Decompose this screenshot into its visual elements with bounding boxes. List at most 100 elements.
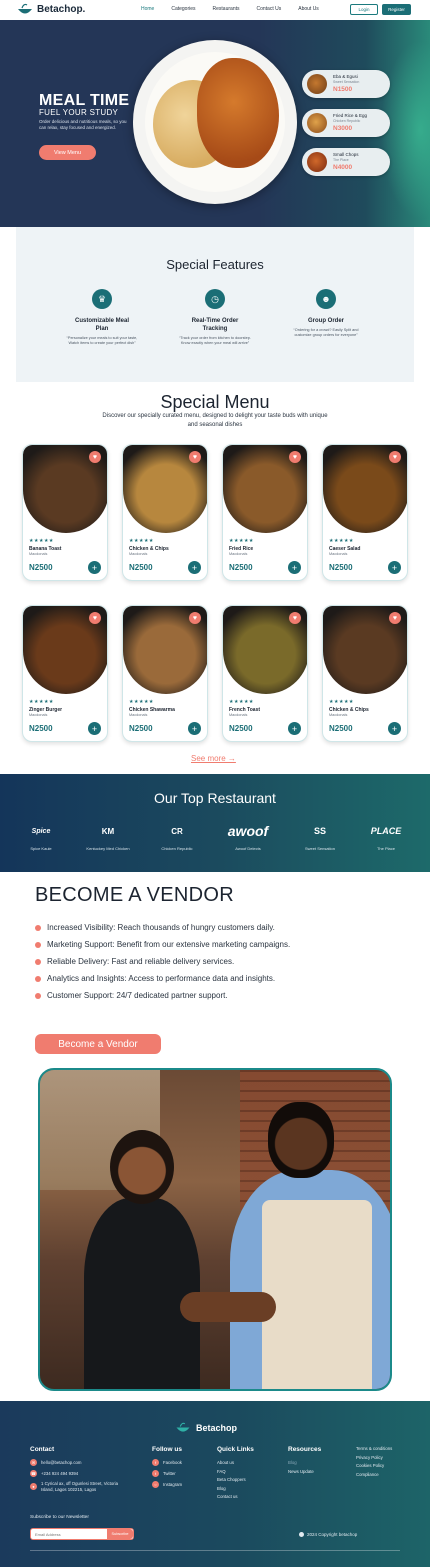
facebook-link[interactable]: f Facebook xyxy=(152,1459,182,1466)
menu-item-card[interactable]: ♥ ★★★★★ Chicken & Chips Macdonals N2500 + xyxy=(322,605,408,742)
restaurant-logo: PLACE xyxy=(370,826,402,836)
brand-logo[interactable]: Betachop. xyxy=(16,2,85,16)
quick-link-contact[interactable]: Contact us xyxy=(217,1493,246,1502)
menu-item-card[interactable]: ♥ ★★★★★ Chicken Shawarma Macdonals N2500 + xyxy=(122,605,208,742)
footer-follow-title: Follow us xyxy=(152,1446,182,1453)
nav-categories[interactable]: Categories xyxy=(171,6,195,12)
restaurant-name: Sweet Sensation xyxy=(304,846,336,851)
footer-address: ● 1 Cyrical ax, off Ogunlesi Street, Vict… xyxy=(30,1481,130,1492)
dish-price: N4000 xyxy=(333,164,353,171)
add-to-cart-icon[interactable]: + xyxy=(88,561,101,574)
menu-item-restaurant: Macdonals xyxy=(29,713,48,717)
copyright-icon xyxy=(299,1532,304,1537)
copyright: 2024 Copyright betachop xyxy=(299,1532,357,1537)
legal-link-privacy[interactable]: Privacy Policy xyxy=(356,1454,392,1463)
add-to-cart-icon[interactable]: + xyxy=(288,561,301,574)
dish-thumbnail xyxy=(307,74,327,94)
login-button[interactable]: Login xyxy=(350,4,378,15)
restaurant-item[interactable]: KM Kentuckey Med Chicken xyxy=(77,818,139,852)
benefit-item: Customer Support: 24/7 dedicated partner… xyxy=(35,987,290,1004)
restaurant-name: Kentuckey Med Chicken xyxy=(86,846,130,851)
instagram-link[interactable]: ○ Instagram xyxy=(152,1481,182,1488)
add-to-cart-icon[interactable]: + xyxy=(188,561,201,574)
twitter-link[interactable]: t Twitter xyxy=(152,1470,182,1477)
add-to-cart-icon[interactable]: + xyxy=(388,722,401,735)
footer-contact: ✉ hello@betachop.com ☎ +234 924 494 9394 ●… xyxy=(30,1459,130,1496)
menu-item-card[interactable]: ♥ ★★★★★ Banana Toast Macdonals N2500 + xyxy=(22,444,108,581)
email-text: hello@betachop.com xyxy=(41,1460,82,1465)
footer-resources: Blog News Update xyxy=(288,1459,314,1476)
footer-logo[interactable]: Betachop xyxy=(174,1421,237,1434)
footer-phone[interactable]: ☎ +234 924 494 9394 xyxy=(30,1470,130,1477)
benefit-text: Marketing Support: Benefit from our exte… xyxy=(47,940,291,949)
rating-stars: ★★★★★ xyxy=(29,538,54,544)
restaurant-item[interactable]: Spice Spice Kaule xyxy=(10,818,72,852)
nav-contact[interactable]: Contact Us xyxy=(257,6,282,12)
footer-quick-title: Quick Links xyxy=(217,1446,254,1453)
add-to-cart-icon[interactable]: + xyxy=(388,561,401,574)
group-icon: ☻ xyxy=(316,289,336,309)
photo-apron xyxy=(262,1200,372,1389)
hero-dish-card[interactable]: Small Chops The Place N4000 xyxy=(302,148,390,176)
restaurant-name: The Place xyxy=(376,846,395,851)
hero-dish-card[interactable]: Eba & Egusi Sweet Sensation N1500 xyxy=(302,70,390,98)
quick-link-faq[interactable]: FAQ xyxy=(217,1468,246,1477)
quick-link-blog[interactable]: Blog xyxy=(217,1485,246,1494)
benefit-text: Reliable Delivery: Fast and reliable del… xyxy=(47,957,235,966)
add-to-cart-icon[interactable]: + xyxy=(88,722,101,735)
menu-item-price: N2500 xyxy=(329,724,353,733)
footer: Betachop Contact ✉ hello@betachop.com ☎ +2… xyxy=(0,1401,430,1567)
restaurant-item[interactable]: CR Chicken Republic xyxy=(146,818,208,852)
menu-item-card[interactable]: ♥ ★★★★★ Chicken & Chips Macdonals N2500 + xyxy=(122,444,208,581)
heart-icon[interactable]: ♥ xyxy=(289,451,301,463)
rating-stars: ★★★★★ xyxy=(229,699,254,705)
twitter-icon: t xyxy=(152,1470,159,1477)
nav-restaurants[interactable]: Restaurants xyxy=(213,6,240,12)
heart-icon[interactable]: ♥ xyxy=(389,612,401,624)
hero-subtitle: FUEL YOUR STUDY xyxy=(39,108,119,117)
dish-restaurant: Chicken Republic xyxy=(333,119,361,123)
top-nav: Betachop. Home Categories Restaurants Co… xyxy=(0,0,430,20)
dish-name: Fried Rice & Egg xyxy=(333,113,368,118)
nav-about[interactable]: About Us xyxy=(298,6,319,12)
restaurant-item[interactable]: awoof Awoof Delects xyxy=(217,818,279,851)
hero-section: MEAL TIME FUEL YOUR STUDY Order deliciou… xyxy=(0,20,430,227)
benefit-text: Customer Support: 24/7 dedicated partner… xyxy=(47,991,228,1000)
restaurant-item[interactable]: SS Sweet Sensation xyxy=(289,818,351,851)
footer-email[interactable]: ✉ hello@betachop.com xyxy=(30,1459,130,1466)
quick-link-about[interactable]: About us xyxy=(217,1459,246,1468)
heart-icon[interactable]: ♥ xyxy=(289,612,301,624)
menu-item-card[interactable]: ♥ ★★★★★ French Toast Macdonals N2500 + xyxy=(222,605,308,742)
benefit-item: Reliable Delivery: Fast and reliable del… xyxy=(35,953,290,970)
see-more-link[interactable]: See more → xyxy=(191,754,236,763)
vendor-benefits-list: Increased Visibility: Reach thousands of… xyxy=(35,919,290,1004)
register-button[interactable]: Register xyxy=(382,4,411,15)
menu-item-card[interactable]: ♥ ★★★★★ Zinger Burger Macdonals N2500 + xyxy=(22,605,108,742)
view-menu-button[interactable]: View Menu xyxy=(39,145,96,160)
legal-link-cookies[interactable]: Cookies Policy xyxy=(356,1462,392,1471)
restaurant-item[interactable]: PLACE The Place xyxy=(355,818,417,851)
hero-dish-card[interactable]: Fried Rice & Egg Chicken Republic N3000 xyxy=(302,109,390,137)
resource-link-blog[interactable]: Blog xyxy=(288,1459,314,1468)
benefit-text: Increased Visibility: Reach thousands of… xyxy=(47,923,275,932)
menu-item-card[interactable]: ♥ ★★★★★ Caeser Salad Macdonals N2500 + xyxy=(322,444,408,581)
instagram-icon: ○ xyxy=(152,1481,159,1488)
heart-icon[interactable]: ♥ xyxy=(189,451,201,463)
heart-icon[interactable]: ♥ xyxy=(189,612,201,624)
legal-link-compliance[interactable]: Compliance xyxy=(356,1471,392,1480)
subscribe-button[interactable]: Subscribe xyxy=(107,1529,133,1539)
menu-item-restaurant: Macdonals xyxy=(229,552,248,556)
become-vendor-button[interactable]: Become a Vendor xyxy=(35,1034,161,1054)
add-to-cart-icon[interactable]: + xyxy=(188,722,201,735)
legal-link-terms[interactable]: Terms & conditions xyxy=(356,1445,392,1454)
quick-link-beta-choppers[interactable]: Beta Choppers xyxy=(217,1476,246,1485)
nav-home[interactable]: Home xyxy=(141,6,154,12)
heart-icon[interactable]: ♥ xyxy=(389,451,401,463)
heart-icon[interactable]: ♥ xyxy=(89,612,101,624)
newsletter-email-input[interactable] xyxy=(35,1530,105,1539)
menu-item-card[interactable]: ♥ ★★★★★ Fried Rice Macdonals N2500 + xyxy=(222,444,308,581)
add-to-cart-icon[interactable]: + xyxy=(288,722,301,735)
heart-icon[interactable]: ♥ xyxy=(89,451,101,463)
benefit-item: Increased Visibility: Reach thousands of… xyxy=(35,919,290,936)
resource-link-news[interactable]: News Update xyxy=(288,1468,314,1477)
